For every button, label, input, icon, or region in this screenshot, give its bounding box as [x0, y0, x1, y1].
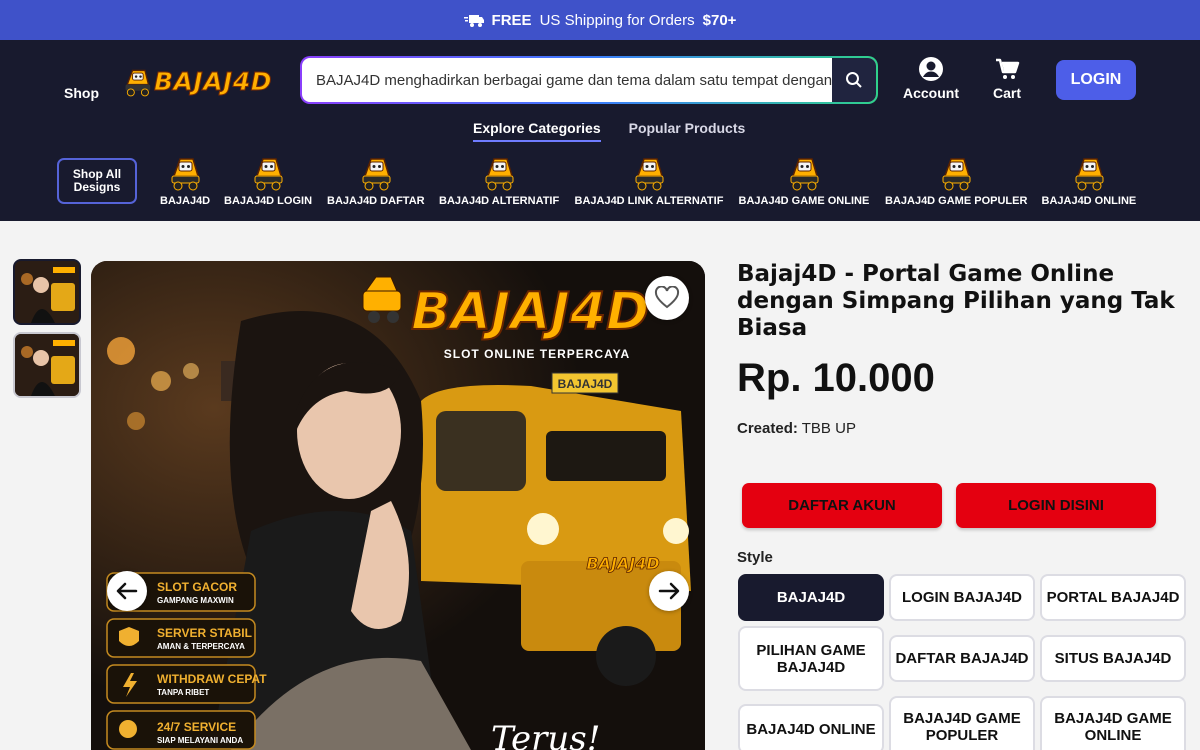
style-option[interactable]: BAJAJ4D GAME POPULER — [889, 696, 1035, 750]
daftar-akun-button[interactable]: DAFTAR AKUN — [742, 483, 942, 528]
shop-all-designs-button[interactable]: Shop All Designs — [57, 158, 137, 204]
mascot-icon — [125, 69, 151, 97]
category-label: BAJAJ4D ONLINE — [1041, 195, 1137, 207]
mascot-icon — [635, 158, 664, 191]
category-item[interactable]: BAJAJ4D LINK ALTERNATIF — [574, 154, 724, 207]
feature-sub: SIAP MELAYANI ANDA — [157, 736, 243, 745]
site-logo[interactable]: BAJAJ4D — [122, 60, 272, 102]
account-label: Account — [903, 85, 959, 101]
mascot-icon — [790, 158, 819, 191]
plate-text: BAJAJ4D — [558, 377, 613, 391]
cart-icon — [996, 58, 1020, 79]
headset-icon — [119, 720, 137, 738]
category-label: BAJAJ4D ALTERNATIF — [439, 195, 560, 207]
shop-link[interactable]: Shop — [64, 85, 99, 101]
account-link[interactable]: Account — [902, 56, 960, 101]
style-option[interactable]: LOGIN BAJAJ4D — [889, 574, 1035, 621]
thumbnail-image — [15, 334, 79, 396]
site-header: Shop BAJAJ4D Account Cart LOGIN Explore … — [0, 40, 1200, 221]
feature-title: WITHDRAW CEPAT — [157, 672, 267, 686]
thumbnail-image — [15, 261, 79, 323]
style-option[interactable]: PILIHAN GAME BAJAJ4D — [738, 626, 884, 691]
hero-brand: BAJAJ4D — [411, 282, 649, 342]
mascot-icon — [171, 158, 200, 191]
next-image-button[interactable] — [649, 571, 689, 611]
mascot-icon — [485, 158, 514, 191]
heart-icon — [654, 286, 680, 309]
promo-amount: $70+ — [702, 11, 737, 29]
arrow-right-icon — [658, 582, 680, 600]
login-button[interactable]: LOGIN — [1056, 60, 1136, 100]
search-button[interactable] — [832, 58, 876, 102]
mascot-icon — [362, 158, 391, 191]
feature-title: 24/7 SERVICE — [157, 720, 236, 734]
promo-free: FREE — [491, 11, 532, 29]
category-label: BAJAJ4D LOGIN — [224, 195, 313, 207]
thumbnail-1[interactable] — [13, 259, 81, 325]
search-input[interactable] — [302, 58, 832, 102]
category-label: BAJAJ4D GAME POPULER — [885, 195, 1028, 207]
category-label: BAJAJ4D GAME ONLINE — [738, 195, 870, 207]
thumbnail-list — [13, 259, 81, 405]
style-option[interactable]: BAJAJ4D — [738, 574, 884, 621]
vehicle-brand: BAJAJ4D — [586, 554, 659, 573]
feature-title: SLOT GACOR — [157, 580, 237, 594]
category-item[interactable]: BAJAJ4D — [160, 154, 210, 207]
promo-bar: FREE US Shipping for Orders $70+ — [0, 0, 1200, 40]
mascot-icon — [254, 158, 283, 191]
product-price: Rp. 10.000 — [737, 356, 935, 400]
hero-illustration: BAJAJ4D BAJAJ4D SLOT ONLINE TERPERCAYA B… — [91, 261, 705, 750]
style-option[interactable]: SITUS BAJAJ4D — [1040, 635, 1186, 682]
logo-text: BAJAJ4D — [153, 66, 272, 96]
style-option[interactable]: BAJAJ4D ONLINE — [738, 704, 884, 750]
search-icon — [846, 72, 862, 88]
feature-sub: GAMPANG MAXWIN — [157, 596, 234, 605]
arrow-left-icon — [116, 582, 138, 600]
mascot-icon — [1075, 158, 1104, 191]
tab-popular-products[interactable]: Popular Products — [629, 120, 746, 142]
truck-icon — [463, 15, 484, 27]
style-option[interactable]: BAJAJ4D GAME ONLINE — [1040, 696, 1186, 750]
login-disini-button[interactable]: LOGIN DISINI — [956, 483, 1156, 528]
thumbnail-2[interactable] — [13, 332, 81, 398]
cart-label: Cart — [992, 85, 1021, 101]
style-option[interactable]: PORTAL BAJAJ4D — [1040, 574, 1186, 621]
category-item[interactable]: BAJAJ4D ALTERNATIF — [439, 154, 559, 207]
favorite-button[interactable] — [645, 276, 689, 320]
category-item[interactable]: BAJAJ4D ONLINE — [1041, 154, 1137, 207]
promo-text: US Shipping for Orders — [539, 11, 695, 29]
category-item[interactable]: BAJAJ4D LOGIN — [224, 154, 312, 207]
created-value: TBB UP — [801, 420, 856, 437]
feature-sub: TANPA RIBET — [157, 688, 209, 697]
hero-tagline: SLOT ONLINE TERPERCAYA — [444, 347, 630, 361]
style-label: Style — [737, 549, 773, 566]
shield-icon — [119, 627, 139, 646]
search-bar — [300, 56, 878, 104]
created-label: Created: — [737, 420, 798, 437]
category-item[interactable]: BAJAJ4D GAME ONLINE — [738, 154, 870, 207]
category-item[interactable]: BAJAJ4D DAFTAR — [327, 154, 425, 207]
style-option[interactable]: DAFTAR BAJAJ4D — [889, 635, 1035, 682]
category-label: BAJAJ4D DAFTAR — [327, 195, 425, 207]
script-text: Terus! — [491, 719, 600, 750]
mascot-icon — [942, 158, 971, 191]
product-title: Bajaj4D - Portal Game Online dengan Simp… — [737, 261, 1175, 341]
prev-image-button[interactable] — [107, 571, 147, 611]
user-icon — [919, 57, 943, 81]
nav-tabs: Explore Categories Popular Products — [473, 120, 745, 142]
product-image: BAJAJ4D BAJAJ4D SLOT ONLINE TERPERCAYA B… — [91, 261, 705, 750]
category-label: BAJAJ4D LINK ALTERNATIF — [574, 195, 724, 207]
feature-sub: AMAN & TERPERCAYA — [157, 642, 245, 651]
tab-explore-categories[interactable]: Explore Categories — [473, 120, 601, 142]
feature-title: SERVER STABIL — [157, 626, 252, 640]
product-created: Created: TBB UP — [737, 420, 856, 437]
cart-link[interactable]: Cart — [990, 56, 1024, 101]
category-item[interactable]: BAJAJ4D GAME POPULER — [885, 154, 1027, 207]
category-label: BAJAJ4D — [160, 195, 211, 207]
